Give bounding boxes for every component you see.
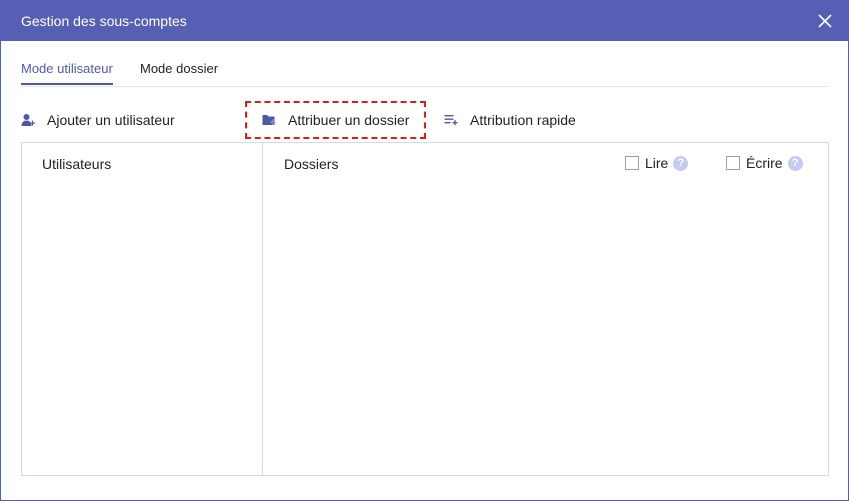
add-user-button[interactable]: Ajouter un utilisateur <box>21 101 175 139</box>
assignment-panel: Utilisateurs Dossiers Lire ? Écrire ? <box>21 142 829 476</box>
assign-folder-label: Attribuer un dossier <box>288 112 410 128</box>
close-icon[interactable] <box>816 12 834 30</box>
assign-folder-button[interactable]: Attribuer un dossier <box>245 101 426 139</box>
write-checkbox[interactable] <box>726 156 740 170</box>
add-user-icon <box>21 113 35 127</box>
toolbar: Ajouter un utilisateur Attribuer un doss… <box>1 101 848 141</box>
read-permission: Lire ? <box>625 155 689 171</box>
mode-tabs: Mode utilisateur Mode dossier <box>21 41 828 87</box>
read-label: Lire <box>645 155 669 171</box>
quick-assign-button[interactable]: Attribution rapide <box>444 101 576 139</box>
quick-assign-label: Attribution rapide <box>470 112 576 128</box>
folders-header: Dossiers <box>284 156 339 172</box>
add-user-label: Ajouter un utilisateur <box>47 112 175 128</box>
folder-add-icon <box>262 113 276 127</box>
dialog-titlebar: Gestion des sous-comptes <box>1 1 848 41</box>
users-header: Utilisateurs <box>42 156 112 172</box>
tab-user-mode[interactable]: Mode utilisateur <box>21 61 113 85</box>
write-permission: Écrire ? <box>726 155 803 171</box>
dialog-title: Gestion des sous-comptes <box>21 13 187 29</box>
subaccount-dialog: Gestion des sous-comptes Mode utilisateu… <box>0 0 849 501</box>
write-help-icon[interactable]: ? <box>787 155 803 171</box>
users-column[interactable]: Utilisateurs <box>22 143 263 475</box>
list-add-icon <box>444 113 458 127</box>
write-label: Écrire <box>746 155 783 171</box>
read-checkbox[interactable] <box>625 156 639 170</box>
tab-folder-mode[interactable]: Mode dossier <box>140 61 218 83</box>
read-help-icon[interactable]: ? <box>673 155 689 171</box>
